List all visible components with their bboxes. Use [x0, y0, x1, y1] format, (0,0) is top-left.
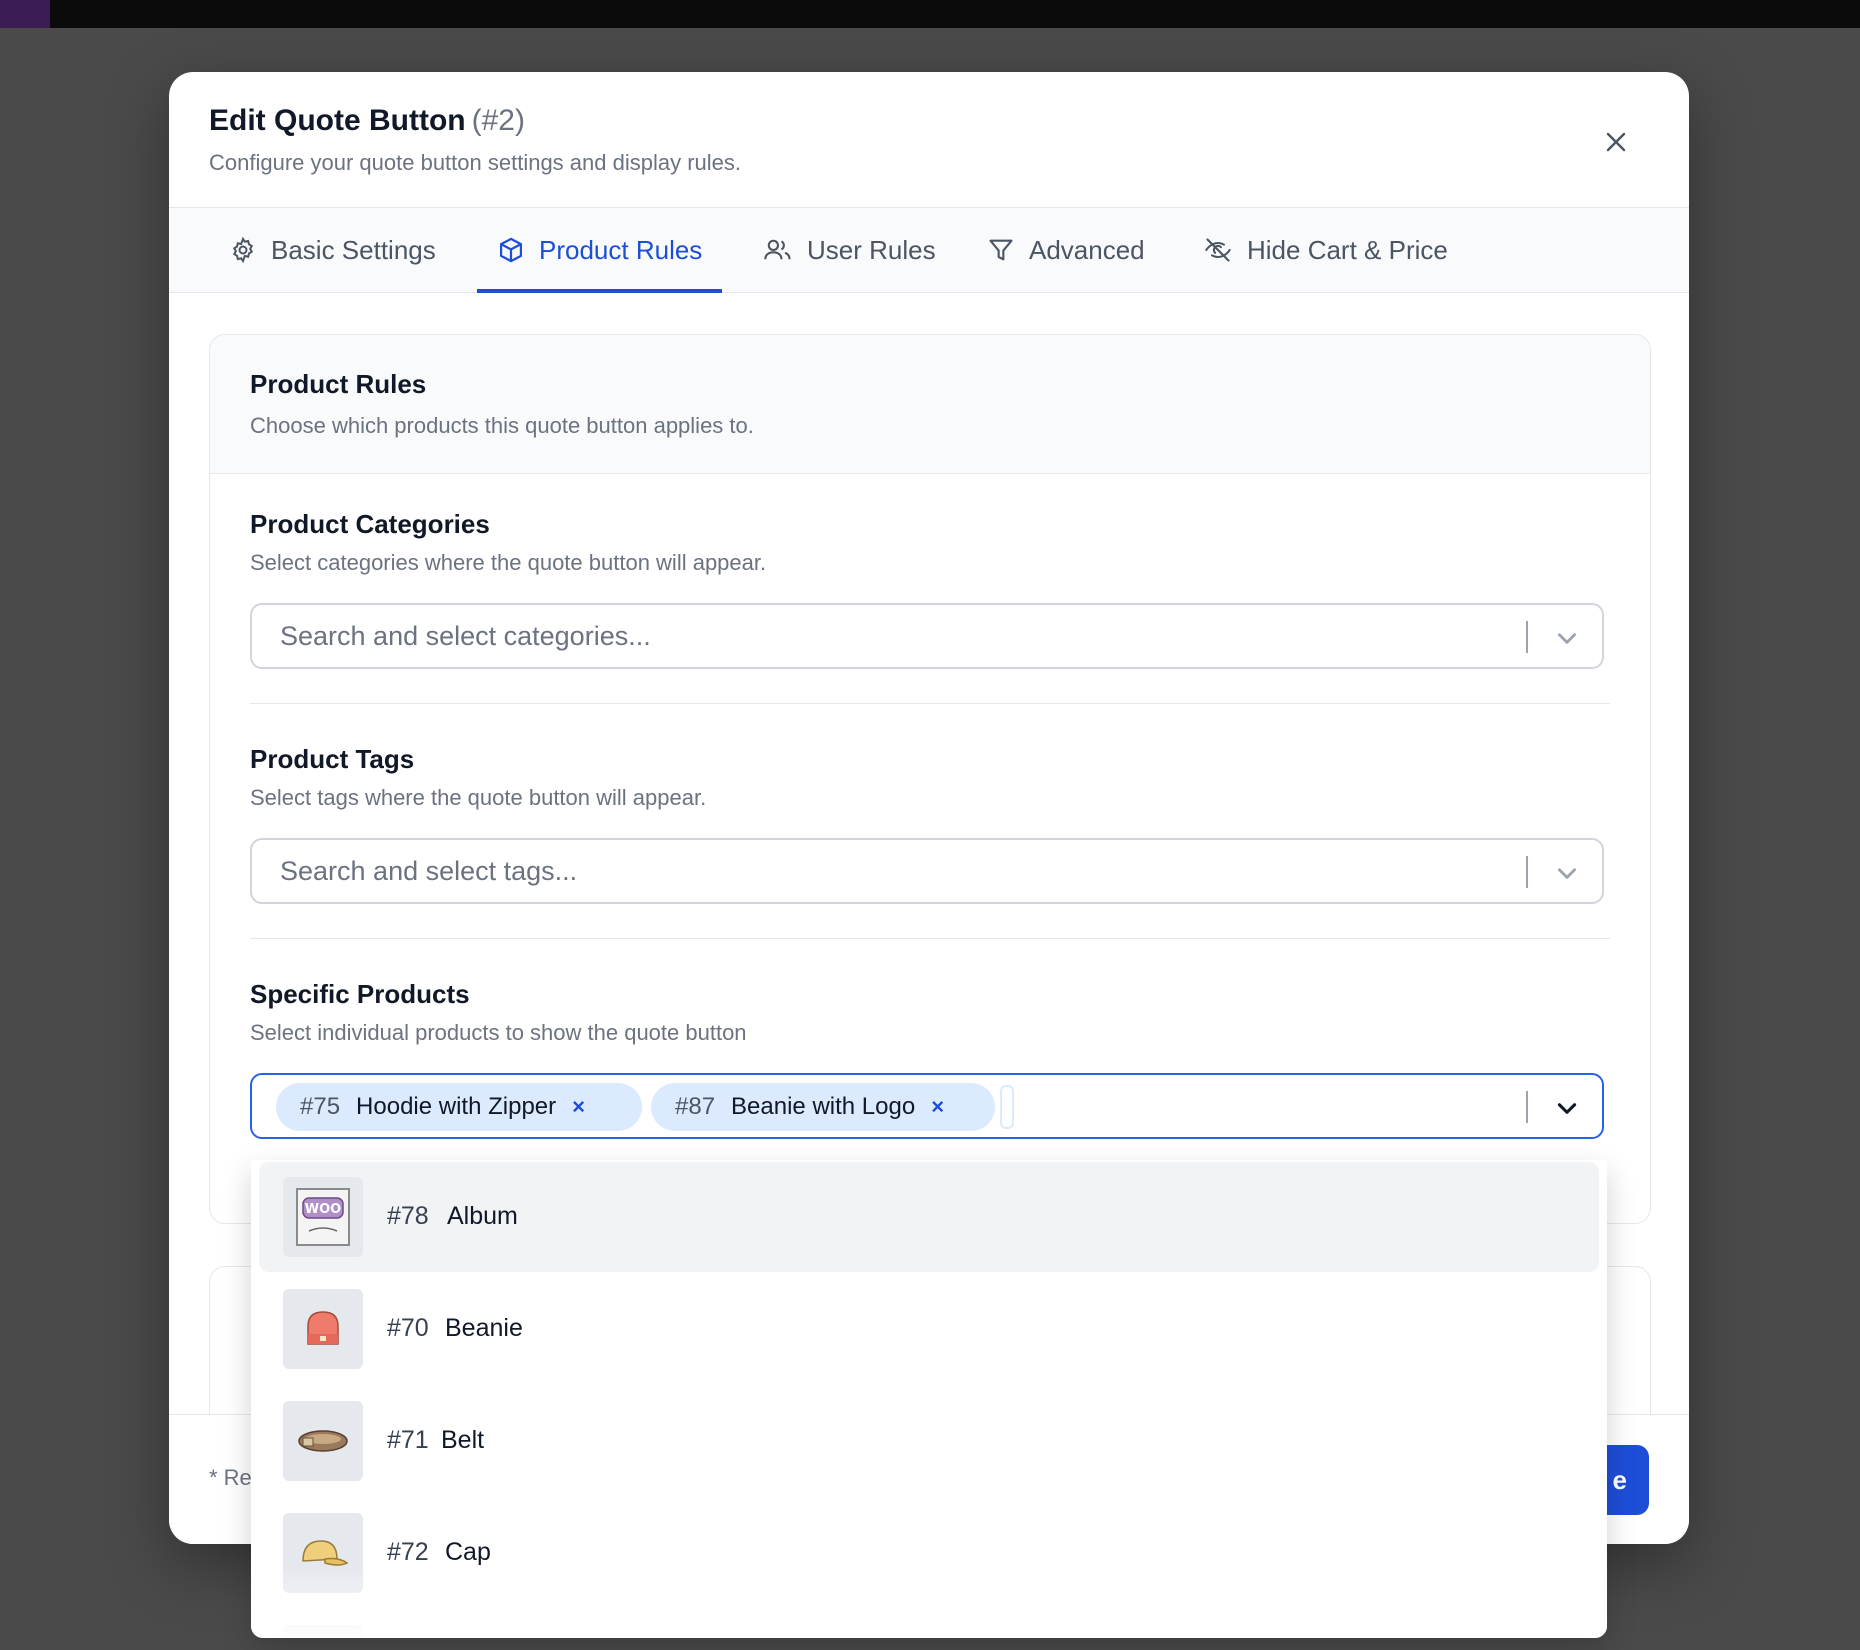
product-thumb [283, 1625, 363, 1638]
box-icon [499, 237, 523, 263]
categories-title: Product Categories [250, 509, 490, 539]
card-subtitle: Choose which products this quote button … [250, 413, 754, 438]
option-id: #72 [387, 1538, 429, 1566]
card-header: Product Rules Choose which products this… [210, 335, 1650, 474]
dropdown-option[interactable]: WOO #78 Album [259, 1162, 1599, 1272]
option-id: #71 [387, 1426, 429, 1454]
dropdown-option-partial[interactable] [259, 1610, 1599, 1638]
select-separator [1526, 1091, 1528, 1123]
selected-product-chip: #75 Hoodie with Zipper × [276, 1083, 642, 1131]
option-name: Belt [441, 1426, 485, 1454]
products-select[interactable]: #75 Hoodie with Zipper × #87 Beanie with… [250, 1073, 1604, 1139]
select-separator [1526, 856, 1528, 888]
chip-id: #75 [300, 1093, 341, 1120]
tab-product-rules[interactable]: Product Rules [476, 208, 723, 293]
tab-bar: Basic Settings Product Rules User Rules … [169, 208, 1689, 293]
close-icon [1606, 132, 1626, 152]
dropdown-option[interactable]: #72 Cap [259, 1498, 1599, 1608]
option-id: #78 [387, 1202, 429, 1230]
tab-label: Basic Settings [271, 234, 436, 265]
cap-thumb [283, 1513, 363, 1593]
tags-title: Product Tags [250, 744, 415, 774]
background-top-bar [0, 0, 1860, 28]
chevron-down-icon[interactable] [1554, 625, 1580, 651]
search-input-caret[interactable] [1000, 1085, 1014, 1129]
products-description: Select individual products to show the q… [250, 1020, 747, 1045]
belt-thumb [283, 1401, 363, 1481]
svg-text:WOO: WOO [305, 1202, 341, 1217]
background-accent [0, 0, 50, 28]
close-button[interactable] [1594, 120, 1638, 164]
remove-chip-button[interactable]: × [931, 1094, 944, 1120]
tab-advanced[interactable]: Advanced [987, 208, 1145, 292]
categories-select[interactable]: Search and select categories... [250, 603, 1604, 669]
filter-icon [989, 239, 1013, 261]
dropdown-option[interactable]: #70 Beanie [259, 1274, 1599, 1384]
option-name: Beanie [445, 1314, 523, 1342]
chevron-down-icon[interactable] [1554, 1095, 1580, 1121]
tags-description: Select tags where the quote button will … [250, 785, 707, 810]
tab-user-rules[interactable]: User Rules [763, 208, 936, 292]
select-separator [1526, 621, 1528, 653]
beanie-thumb [283, 1289, 363, 1369]
categories-description: Select categories where the quote button… [250, 550, 767, 575]
products-dropdown-menu: WOO #78 Album #70 Beanie #71 Belt #72 Ca… [251, 1160, 1607, 1638]
option-name: Cap [445, 1538, 491, 1566]
modal-title-id: (#2) [471, 104, 525, 137]
required-note: * Re [209, 1465, 252, 1490]
chevron-down-icon[interactable] [1554, 860, 1580, 886]
chip-id: #87 [675, 1093, 716, 1120]
modal-title-text: Edit Quote Button [209, 104, 466, 137]
card-title: Product Rules [250, 369, 427, 399]
tags-select[interactable]: Search and select tags... [250, 838, 1604, 904]
modal-header: Edit Quote Button (#2) Configure your quo… [169, 72, 1689, 208]
option-id: #70 [387, 1314, 429, 1342]
products-title: Specific Products [250, 979, 470, 1009]
chip-name: Hoodie with Zipper [356, 1093, 557, 1120]
tab-basic-settings[interactable]: Basic Settings [229, 208, 436, 292]
tab-label: Product Rules [539, 234, 703, 265]
users-icon [764, 239, 791, 260]
modal-subtitle: Configure your quote button settings and… [209, 150, 741, 175]
gear-icon [232, 236, 254, 264]
section-divider [250, 938, 1610, 939]
tab-label: Advanced [1029, 234, 1145, 265]
tab-label: User Rules [807, 234, 936, 265]
chip-name: Beanie with Logo [731, 1093, 916, 1120]
woo-album-thumb: WOO [283, 1177, 363, 1257]
product-rules-card: Product Rules Choose which products this… [209, 334, 1651, 1224]
modal-title: Edit Quote Button (#2) [209, 104, 525, 138]
selected-product-chip: #87 Beanie with Logo × [651, 1083, 995, 1131]
categories-placeholder: Search and select categories... [280, 621, 651, 651]
option-name: Album [447, 1202, 518, 1230]
remove-chip-button[interactable]: × [572, 1094, 585, 1120]
tab-hide-cart-price[interactable]: Hide Cart & Price [1203, 208, 1448, 292]
tab-label: Hide Cart & Price [1247, 234, 1448, 265]
tags-placeholder: Search and select tags... [280, 856, 578, 886]
eye-off-icon [1205, 238, 1231, 262]
dropdown-option[interactable]: #71 Belt [259, 1386, 1599, 1496]
section-divider [250, 703, 1610, 704]
